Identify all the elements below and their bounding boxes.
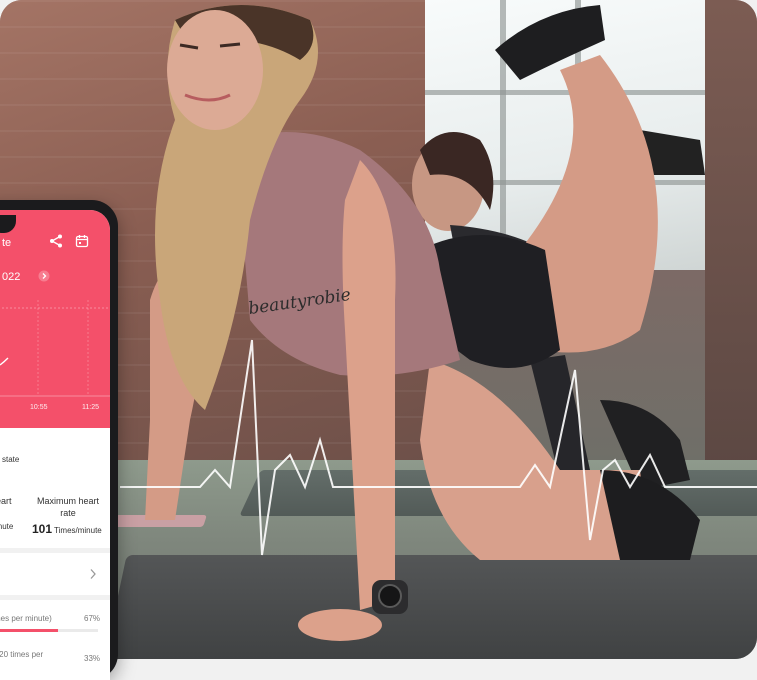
share-icon[interactable] xyxy=(49,234,63,248)
time-tick: 10:55 xyxy=(30,404,48,411)
chevron-right-icon[interactable] xyxy=(38,270,50,282)
phone-screen: te 022 10:55 11:25 state art Maximum hea… xyxy=(0,210,110,680)
section-divider xyxy=(0,548,110,553)
chevron-right-icon[interactable] xyxy=(88,568,98,580)
max-value: 101 Times/minute xyxy=(32,522,102,536)
zone-progress-fill xyxy=(0,629,59,632)
section-divider xyxy=(0,595,110,600)
screen-title: te xyxy=(2,237,12,249)
zone-percent: 67% xyxy=(84,614,101,623)
date-label: 022 xyxy=(2,271,21,283)
calendar-icon[interactable] xyxy=(75,234,89,248)
heart-rate-header: te 022 10:55 11:25 xyxy=(0,210,110,428)
zone-progress-bar xyxy=(0,629,98,632)
avg-value: inute xyxy=(0,522,14,531)
time-tick: 11:25 xyxy=(82,404,99,411)
zone-label: times per minute) xyxy=(0,614,52,623)
zone-label: ~120 times per xyxy=(0,650,44,659)
phone-notch xyxy=(0,215,16,233)
section-title: state xyxy=(2,455,20,464)
col-heading-avg: eart xyxy=(0,496,12,506)
heart-rate-chart xyxy=(0,300,110,397)
col-heading-max: Maximum heart rate xyxy=(36,496,99,518)
phone-mockup: te 022 10:55 11:25 state art Maximum hea… xyxy=(0,200,118,680)
